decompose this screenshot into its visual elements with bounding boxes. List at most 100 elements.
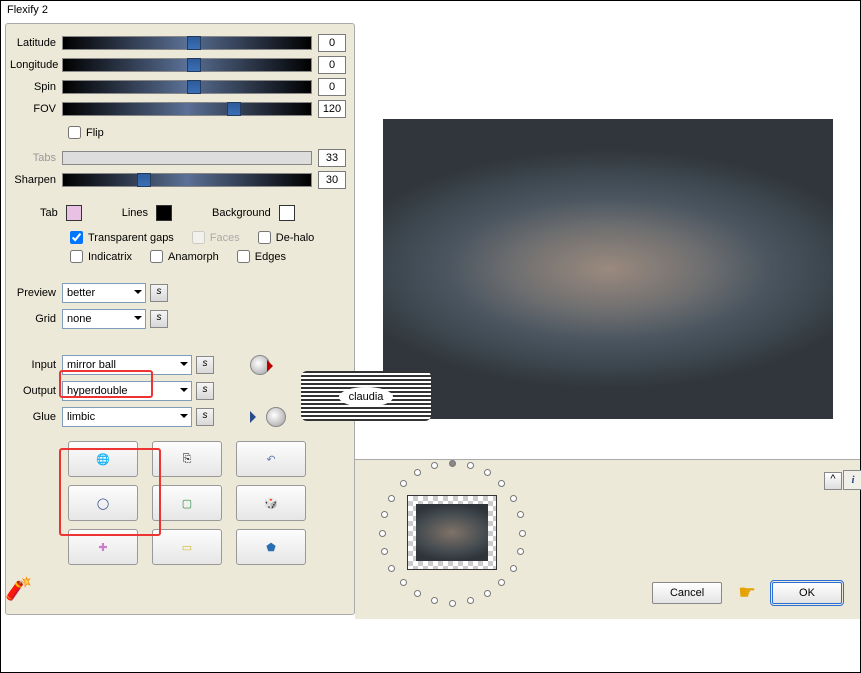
anamorph-label: Anamorph (168, 251, 219, 263)
edges-label: Edges (255, 251, 286, 263)
preset-dot[interactable] (449, 600, 456, 607)
preset-dot[interactable] (467, 462, 474, 469)
glue-label: Glue (10, 411, 62, 423)
anamorph-checkbox[interactable]: Anamorph (150, 250, 219, 263)
ok-button[interactable]: OK (772, 582, 842, 604)
preset-thumbnail[interactable] (407, 495, 497, 570)
page-icon: ⎘ (183, 453, 192, 466)
indicatrix-label: Indicatrix (88, 251, 132, 263)
tab-swatch[interactable] (66, 205, 82, 221)
preset-dot[interactable] (498, 579, 505, 586)
bottom-bar: i − 50% + ^ Flexify 2 settings Cancel ☛ … (355, 459, 860, 619)
plus-icon: ✚ (98, 541, 107, 554)
copy-button[interactable]: ⎘ (152, 441, 222, 477)
preset-dot[interactable] (388, 565, 395, 572)
input-select[interactable]: mirror ball (62, 355, 192, 375)
undo-icon: ↶ (266, 453, 275, 466)
preset-dot[interactable] (381, 511, 388, 518)
plus-button[interactable]: ✚ (68, 529, 138, 565)
brick-icon: ▭ (182, 541, 192, 554)
preset-dot[interactable] (379, 530, 386, 537)
grid-reset-button[interactable]: s (150, 310, 168, 328)
cancel-button[interactable]: Cancel (652, 582, 722, 604)
undo-button[interactable]: ↶ (236, 441, 306, 477)
preview-reset-button[interactable]: s (150, 284, 168, 302)
preview-image[interactable] (383, 119, 833, 419)
brick-button[interactable]: ▭ (152, 529, 222, 565)
play-input-icon[interactable] (250, 355, 270, 375)
tabs-value[interactable]: 33 (318, 149, 346, 167)
sharpen-value[interactable]: 30 (318, 171, 346, 189)
dehalo-checkbox[interactable]: De-halo (258, 231, 315, 244)
dehalo-label: De-halo (276, 232, 315, 244)
watermark: claudia (301, 371, 431, 421)
preset-dot[interactable] (414, 590, 421, 597)
square-icon: ▢ (182, 497, 192, 510)
play-arrow-icon[interactable] (250, 411, 262, 423)
indicatrix-checkbox[interactable]: Indicatrix (70, 250, 132, 263)
flip-checkbox[interactable]: Flip (68, 126, 104, 139)
dice-button[interactable]: 🎲 (236, 485, 306, 521)
fov-slider[interactable] (62, 102, 312, 116)
preset-dot[interactable] (431, 462, 438, 469)
grenade-icon[interactable]: 🧨 (5, 576, 32, 602)
background-swatch[interactable] (279, 205, 295, 221)
spin-slider[interactable] (62, 80, 312, 94)
preset-dot[interactable] (388, 495, 395, 502)
preset-dot[interactable] (510, 565, 517, 572)
preview-select[interactable]: better (62, 283, 146, 303)
reset-caret-button[interactable]: ^ (824, 472, 842, 490)
tab-swatch-label: Tab (40, 207, 58, 219)
glue-select[interactable]: limbic (62, 407, 192, 427)
latitude-slider[interactable] (62, 36, 312, 50)
transparent-gaps-label: Transparent gaps (88, 232, 174, 244)
globe-icon: 🌐 (96, 453, 110, 466)
edges-checkbox[interactable]: Edges (237, 250, 286, 263)
glue-reset-button[interactable]: s (196, 408, 214, 426)
grid-select[interactable]: none (62, 309, 146, 329)
preset-dot[interactable] (431, 597, 438, 604)
preset-dot[interactable] (519, 530, 526, 537)
tabs-label: Tabs (10, 152, 62, 164)
gem-icon: ⬟ (266, 541, 276, 554)
preset-ring (367, 455, 537, 625)
ring-icon: ◯ (97, 497, 109, 510)
spin-value[interactable]: 0 (318, 78, 346, 96)
fov-value[interactable]: 120 (318, 100, 346, 118)
preset-dot[interactable] (498, 480, 505, 487)
longitude-slider[interactable] (62, 58, 312, 72)
lines-swatch-label: Lines (122, 207, 148, 219)
disc-icon[interactable] (266, 407, 286, 427)
transparent-gaps-checkbox[interactable]: Transparent gaps (70, 231, 174, 244)
preset-dot[interactable] (484, 590, 491, 597)
preset-dot[interactable] (400, 480, 407, 487)
output-reset-button[interactable]: s (196, 382, 214, 400)
gem-button[interactable]: ⬟ (236, 529, 306, 565)
output-label: Output (10, 385, 62, 397)
input-reset-button[interactable]: s (196, 356, 214, 374)
ring-button[interactable]: ◯ (68, 485, 138, 521)
lines-swatch[interactable] (156, 205, 172, 221)
latitude-value[interactable]: 0 (318, 34, 346, 52)
preset-dot[interactable] (400, 579, 407, 586)
preset-dot[interactable] (517, 548, 524, 555)
preset-dot[interactable] (510, 495, 517, 502)
preset-dot[interactable] (517, 511, 524, 518)
output-select[interactable]: hyperdouble (62, 381, 192, 401)
preset-dot[interactable] (467, 597, 474, 604)
background-swatch-label: Background (212, 207, 271, 219)
tabs-slider (62, 151, 312, 165)
sharpen-label: Sharpen (10, 174, 62, 186)
square-button[interactable]: ▢ (152, 485, 222, 521)
preset-dot[interactable] (449, 460, 456, 467)
window-title: Flexify 2 (1, 1, 860, 19)
info-button[interactable]: i (843, 470, 861, 490)
longitude-value[interactable]: 0 (318, 56, 346, 74)
faces-label: Faces (210, 232, 240, 244)
home-button[interactable]: 🌐 (68, 441, 138, 477)
preset-dot[interactable] (381, 548, 388, 555)
controls-panel: Latitude 0 Longitude 0 Spin 0 FOV 120 Fl… (5, 23, 355, 615)
sharpen-slider[interactable] (62, 173, 312, 187)
preset-dot[interactable] (484, 469, 491, 476)
preset-dot[interactable] (414, 469, 421, 476)
